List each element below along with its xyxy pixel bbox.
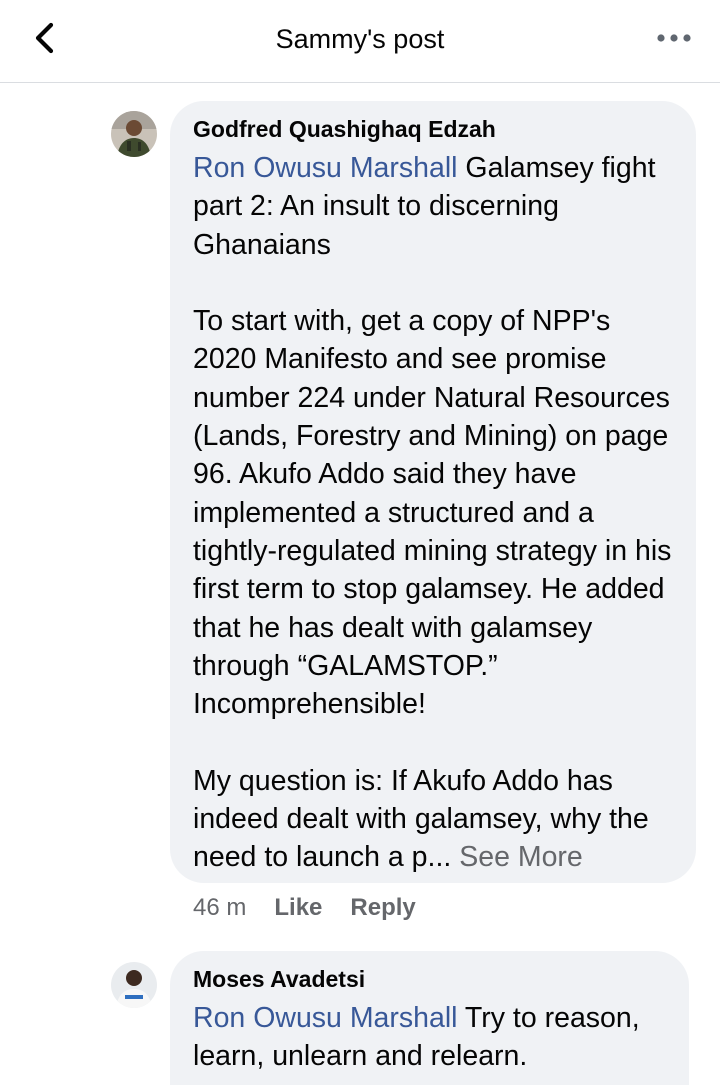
user-avatar-icon — [111, 962, 157, 1008]
like-button[interactable]: Like — [274, 894, 322, 921]
top-bar: Sammy's post — [0, 0, 720, 83]
comment-author[interactable]: Godfred Quashighaq Edzah — [193, 115, 674, 143]
comment-timestamp: 46 m — [193, 894, 247, 921]
more-options-button[interactable] — [656, 28, 692, 48]
comment-bubble: Godfred Quashighaq Edzah Ron Owusu Marsh… — [170, 101, 696, 883]
reply-button[interactable]: Reply — [350, 894, 415, 921]
comment-author[interactable]: Moses Avadetsi — [193, 965, 667, 993]
more-horizontal-icon — [657, 34, 691, 42]
mention-link[interactable]: Ron Owusu Marshall — [193, 1002, 458, 1034]
comment-body: Galamsey fight part 2: An insult to disc… — [193, 152, 672, 874]
avatar[interactable] — [111, 962, 157, 1008]
user-avatar-icon — [111, 111, 157, 157]
avatar[interactable] — [111, 111, 157, 157]
see-more-link[interactable]: See More — [459, 841, 583, 873]
mention-link[interactable]: Ron Owusu Marshall — [193, 152, 458, 184]
comment-text: Ron Owusu Marshall Try to reason, learn,… — [193, 999, 667, 1076]
page-title: Sammy's post — [275, 24, 445, 54]
comment-actions: 46 m Like Reply — [193, 893, 444, 923]
comment-bubble: Moses Avadetsi Ron Owusu Marshall Try to… — [170, 951, 689, 1085]
comment-text: Ron Owusu Marshall Galamsey fight part 2… — [193, 149, 674, 877]
